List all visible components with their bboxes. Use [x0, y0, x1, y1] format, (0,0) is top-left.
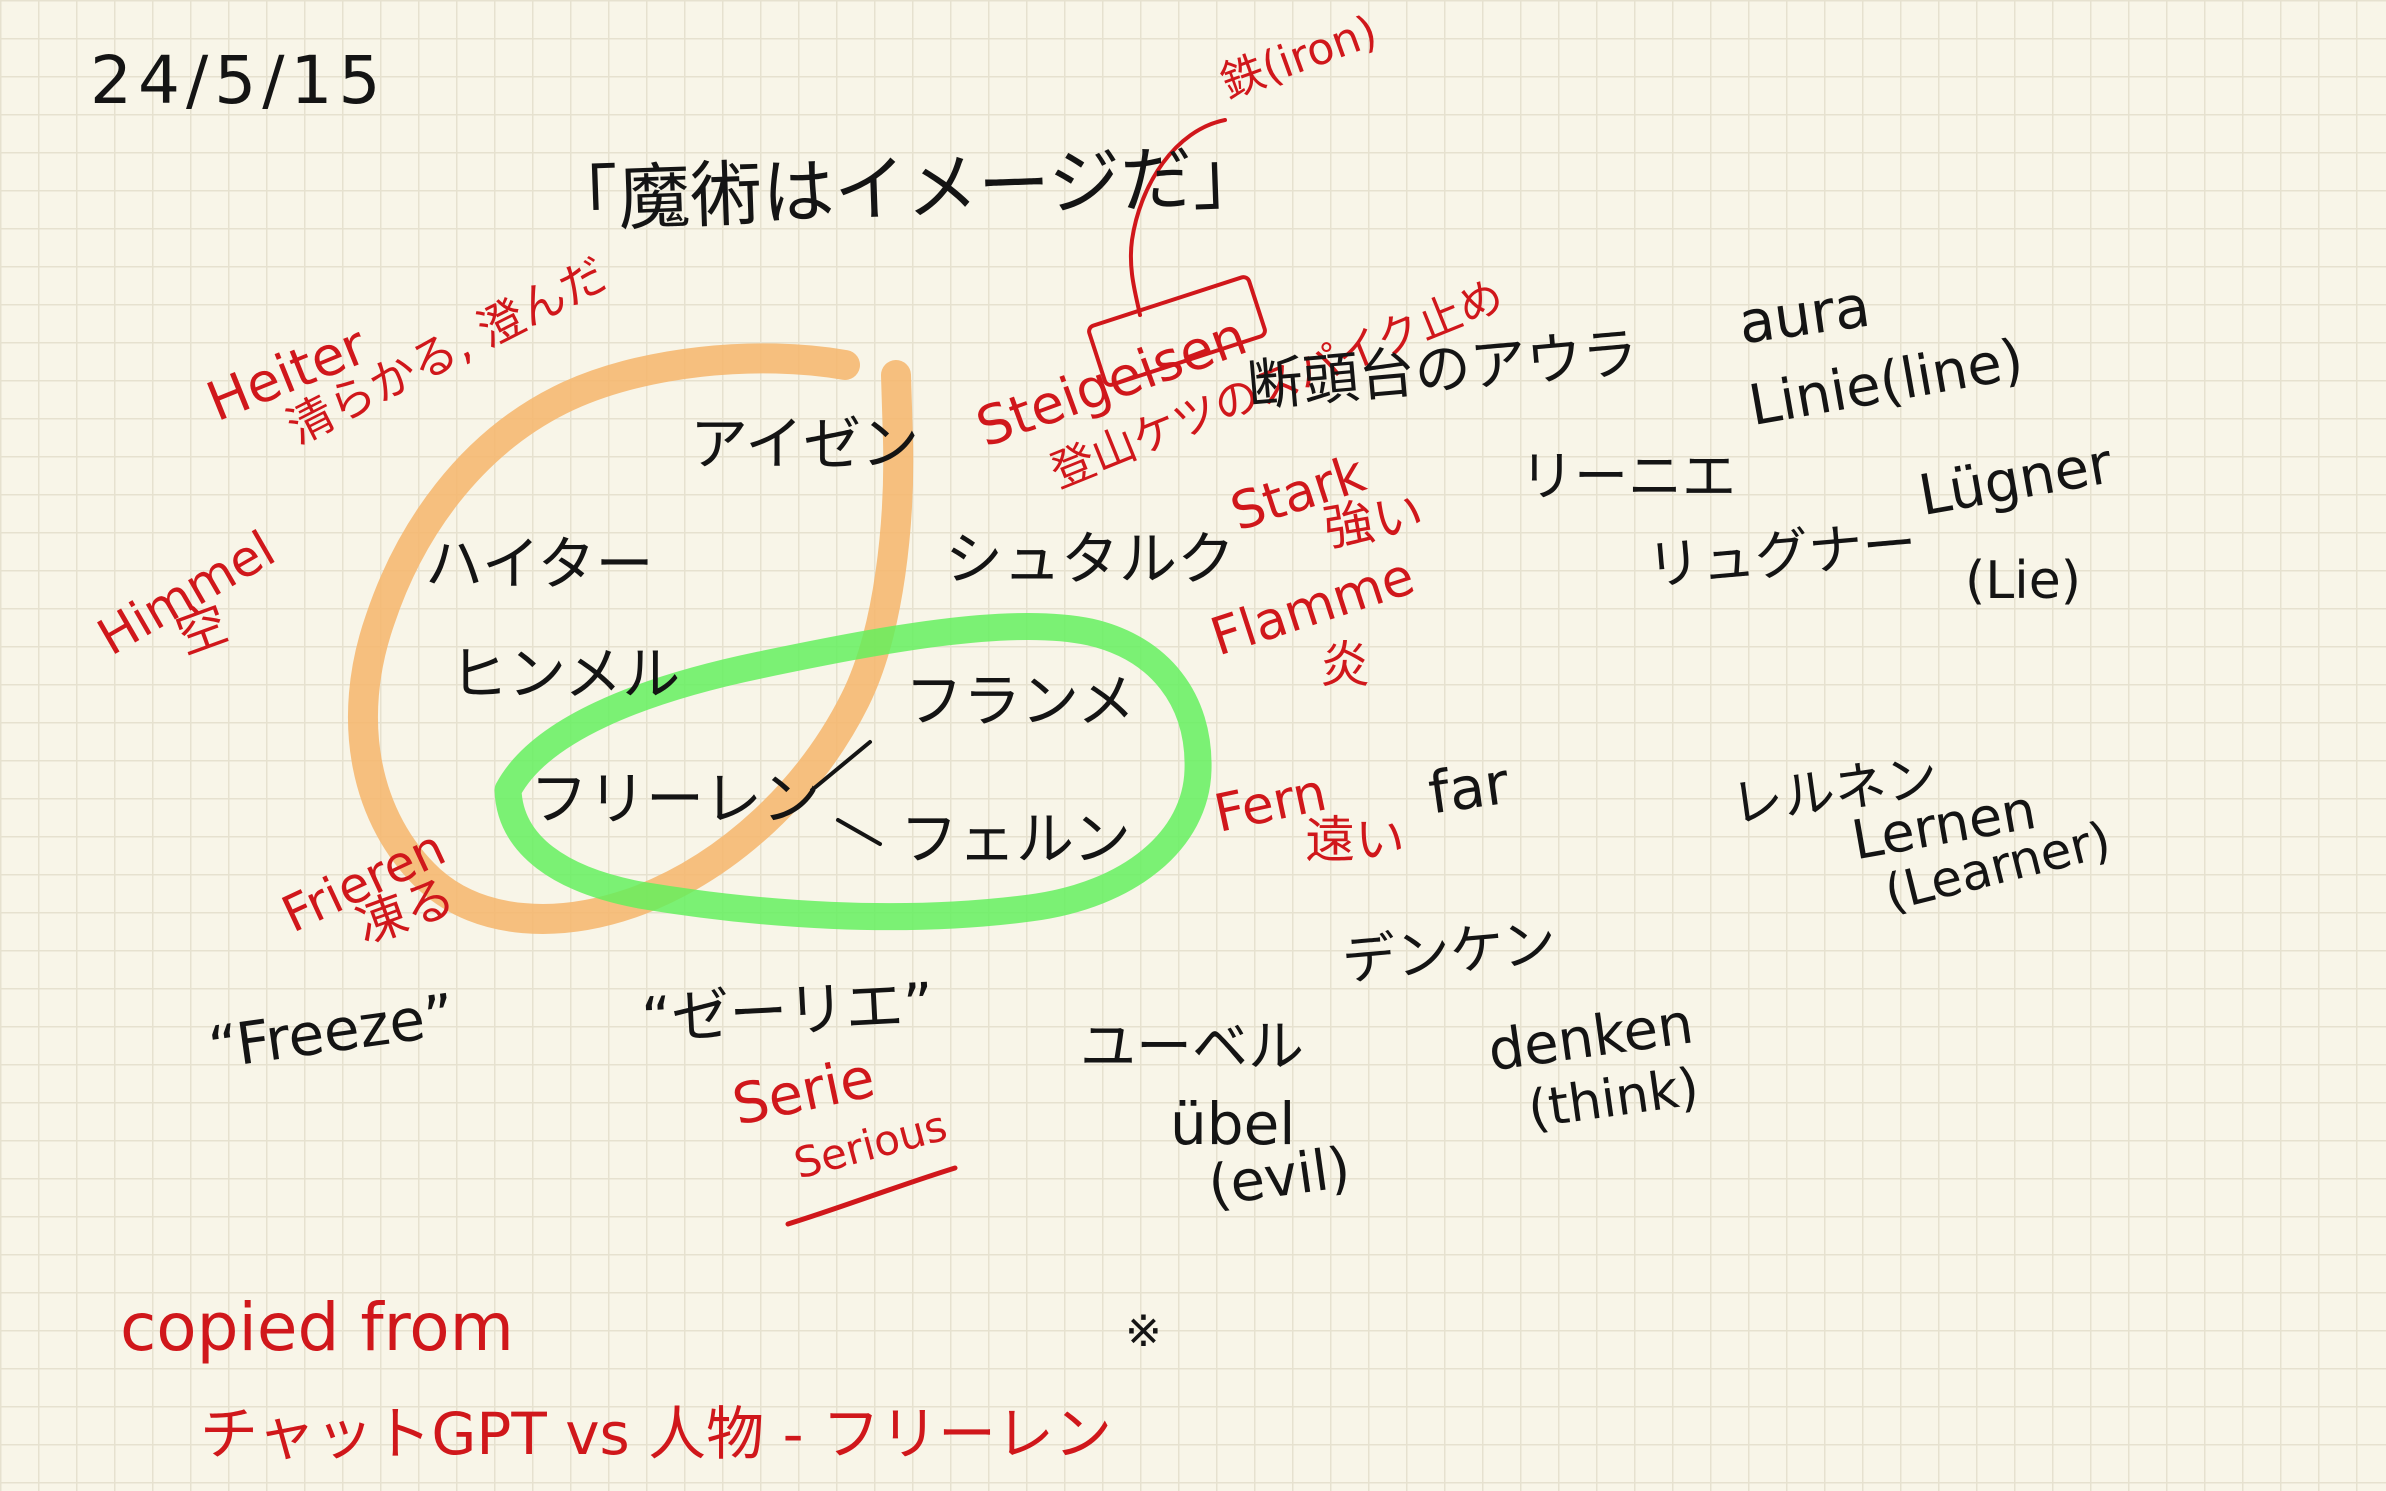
character-himmel: ヒンメル — [450, 640, 681, 708]
lugner-en: (Lie) — [1965, 551, 2081, 611]
branch-down-stroke — [836, 818, 882, 846]
far-word: far — [1424, 748, 1513, 828]
character-flamme: フランメ — [905, 667, 1136, 735]
character-stark: シュタルク — [945, 525, 1236, 593]
fern-meaning: 遠い — [1305, 811, 1405, 869]
character-heiter: ハイター — [425, 530, 654, 598]
serie-jp: “ゼーリエ” — [639, 969, 936, 1053]
linie-jp: リーニエ — [1520, 445, 1736, 508]
flamme-meaning: 炎 — [1320, 636, 1370, 694]
date-label: 24/5/15 — [90, 42, 387, 119]
character-fern: フェルン — [900, 805, 1131, 873]
ink-strokes — [347, 118, 1267, 1227]
note-canvas: 24/5/15 「魔術はイメージだ」 鉄(iron) Steigeisen 登山… — [0, 0, 2386, 1491]
doodle-mark: ※ — [1125, 1306, 1162, 1357]
footer-line-2: チャットGPT vs 人物 - フリーレン — [200, 1400, 1112, 1468]
character-eisen: アイゼン — [690, 410, 920, 478]
character-frieren: フリーレン — [530, 765, 821, 833]
ubel-jp: ユーベル — [1080, 1015, 1304, 1080]
aura-word: aura — [1734, 271, 1875, 358]
footer-line-1: copied from — [120, 1289, 514, 1366]
